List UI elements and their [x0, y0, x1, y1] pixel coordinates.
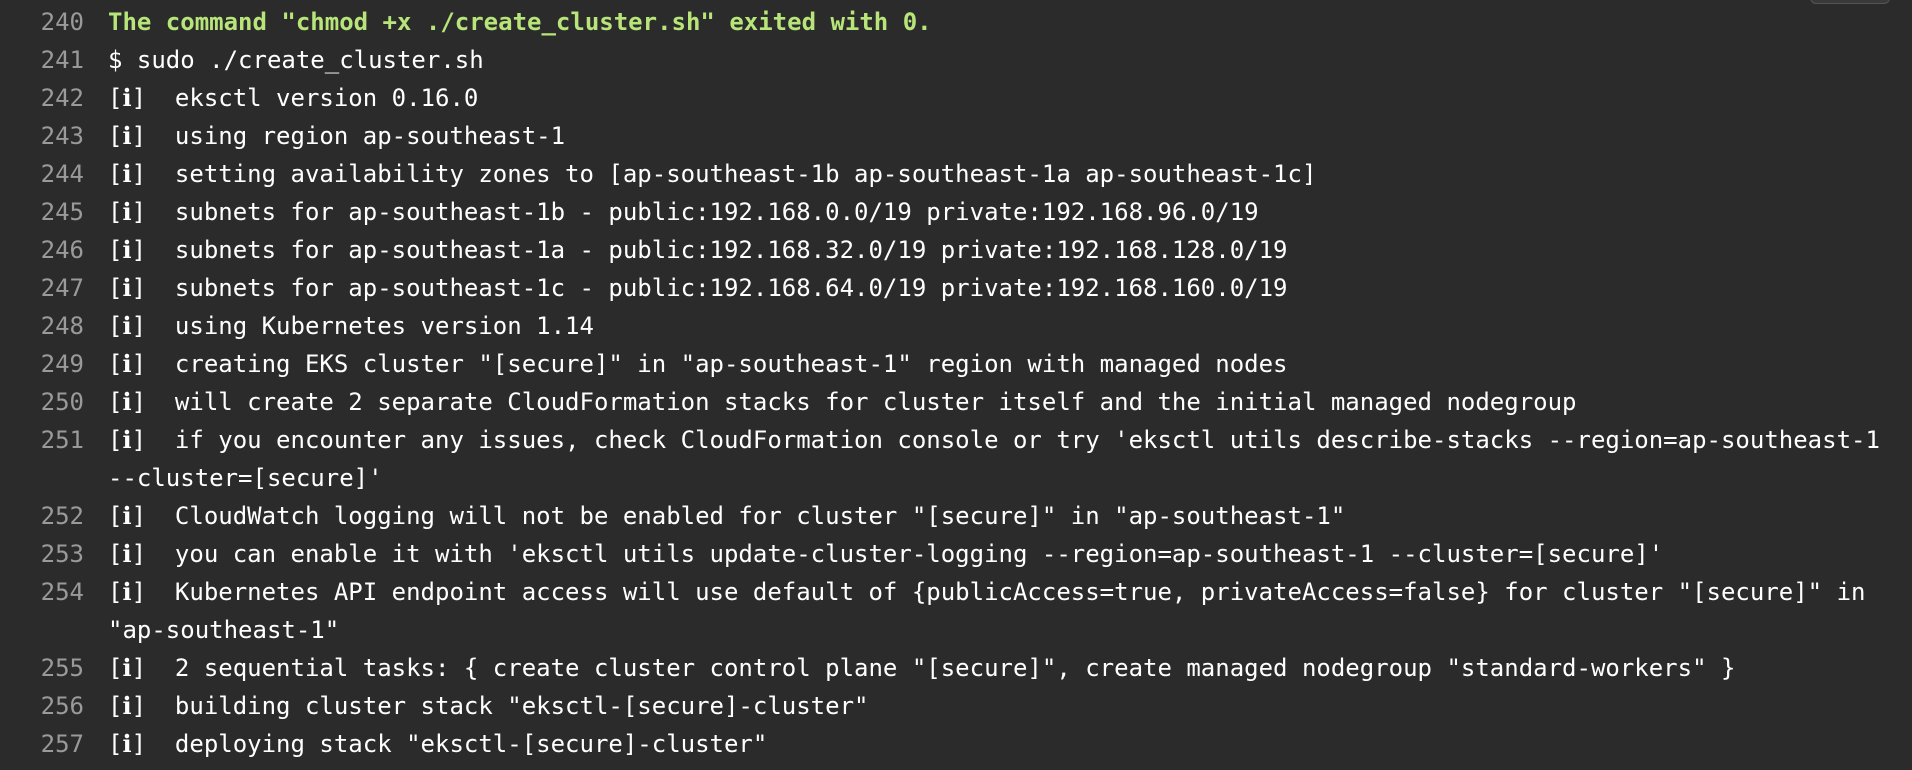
line-number[interactable]: 253: [0, 535, 108, 573]
line-text: [ℹ] subnets for ap-southeast-1a - public…: [108, 236, 1288, 264]
line-text: [ℹ] Kubernetes API endpoint access will …: [108, 578, 1880, 644]
line-number[interactable]: 248: [0, 307, 108, 345]
log-line: 248 [ℹ] using Kubernetes version 1.14: [0, 307, 1912, 345]
log-output: 240 The command "chmod +x ./create_cluste…: [0, 3, 1912, 763]
log-line: 240 The command "chmod +x ./create_cluste…: [0, 3, 1912, 41]
line-number[interactable]: 245: [0, 193, 108, 231]
log-line: 257 [ℹ] deploying stack "eksctl-[secure]-…: [0, 725, 1912, 763]
line-text: [ℹ] CloudWatch logging will not be enabl…: [108, 502, 1346, 530]
line-number[interactable]: 243: [0, 117, 108, 155]
log-line: 254 [ℹ] Kubernetes API endpoint access wi…: [0, 573, 1912, 649]
line-text: [ℹ] will create 2 separate CloudFormatio…: [108, 388, 1577, 416]
log-line: 251 [ℹ] if you encounter any issues, chec…: [0, 421, 1912, 497]
log-line: 253 [ℹ] you can enable it with 'eksctl ut…: [0, 535, 1912, 573]
line-number[interactable]: 252: [0, 497, 108, 535]
log-line: 247 [ℹ] subnets for ap-southeast-1c - pub…: [0, 269, 1912, 307]
line-number[interactable]: 244: [0, 155, 108, 193]
line-number[interactable]: 254: [0, 573, 108, 611]
line-text: [ℹ] 2 sequential tasks: { create cluster…: [108, 654, 1736, 682]
log-line: 244 [ℹ] setting availability zones to [ap…: [0, 155, 1912, 193]
line-text: [ℹ] subnets for ap-southeast-1b - public…: [108, 198, 1259, 226]
log-line: 243 [ℹ] using region ap-southeast-1: [0, 117, 1912, 155]
line-text: [ℹ] deploying stack "eksctl-[secure]-clu…: [108, 730, 768, 758]
line-number[interactable]: 257: [0, 725, 108, 763]
log-line: 255 [ℹ] 2 sequential tasks: { create clus…: [0, 649, 1912, 687]
log-line: 246 [ℹ] subnets for ap-southeast-1a - pub…: [0, 231, 1912, 269]
line-number[interactable]: 242: [0, 79, 108, 117]
log-line: 250 [ℹ] will create 2 separate CloudForma…: [0, 383, 1912, 421]
scroll-handle[interactable]: [1810, 0, 1890, 4]
line-text: [ℹ] eksctl version 0.16.0: [108, 84, 479, 112]
line-number[interactable]: 250: [0, 383, 108, 421]
line-text: [ℹ] if you encounter any issues, check C…: [108, 426, 1895, 492]
line-number[interactable]: 247: [0, 269, 108, 307]
line-text: [ℹ] creating EKS cluster "[secure]" in "…: [108, 350, 1288, 378]
line-number[interactable]: 249: [0, 345, 108, 383]
log-line: 256 [ℹ] building cluster stack "eksctl-[s…: [0, 687, 1912, 725]
line-text: The command "chmod +x ./create_cluster.s…: [108, 8, 932, 36]
log-line: 245 [ℹ] subnets for ap-southeast-1b - pub…: [0, 193, 1912, 231]
line-text: [ℹ] building cluster stack "eksctl-[secu…: [108, 692, 869, 720]
line-number[interactable]: 251: [0, 421, 108, 459]
line-text: [ℹ] using Kubernetes version 1.14: [108, 312, 594, 340]
line-number[interactable]: 241: [0, 41, 108, 79]
log-line: 252 [ℹ] CloudWatch logging will not be en…: [0, 497, 1912, 535]
line-text: [ℹ] setting availability zones to [ap-so…: [108, 160, 1317, 188]
log-line: 242 [ℹ] eksctl version 0.16.0: [0, 79, 1912, 117]
line-text: [ℹ] subnets for ap-southeast-1c - public…: [108, 274, 1288, 302]
line-text: $ sudo ./create_cluster.sh: [108, 46, 484, 74]
log-line: 249 [ℹ] creating EKS cluster "[secure]" i…: [0, 345, 1912, 383]
line-number[interactable]: 240: [0, 3, 108, 41]
line-number[interactable]: 246: [0, 231, 108, 269]
line-text: [ℹ] using region ap-southeast-1: [108, 122, 566, 150]
terminal-log-viewer: 240 The command "chmod +x ./create_cluste…: [0, 0, 1912, 770]
line-text: [ℹ] you can enable it with 'eksctl utils…: [108, 540, 1664, 568]
log-line: 241 $ sudo ./create_cluster.sh: [0, 41, 1912, 79]
line-number[interactable]: 256: [0, 687, 108, 725]
line-number[interactable]: 255: [0, 649, 108, 687]
